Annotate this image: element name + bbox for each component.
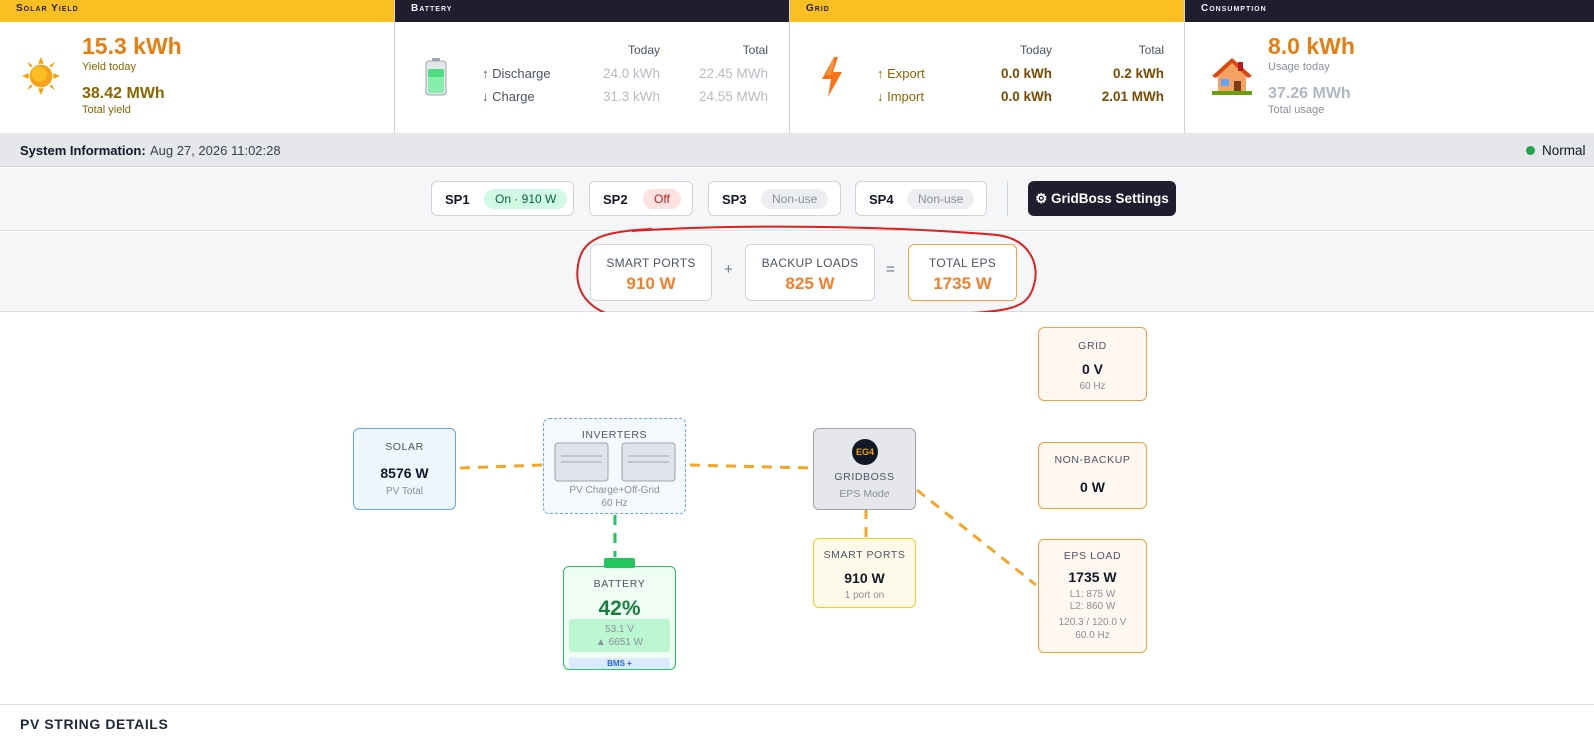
grid-node[interactable]: GRID 0 V 60 Hz	[1038, 327, 1147, 401]
sp2-name: SP2	[603, 192, 628, 207]
smart-ports-node-value: 910 W	[844, 570, 885, 586]
battery-discharge-today: 24.0 kWh	[602, 66, 660, 81]
sp3-status-badge: Non-use	[761, 189, 829, 209]
bms-button[interactable]: BMS +	[569, 658, 670, 669]
battery-header: Battery	[395, 0, 789, 22]
house-icon	[1212, 58, 1252, 95]
sp4-status-badge: Non-use	[907, 189, 975, 209]
eps-load-node[interactable]: EPS LOAD 1735 W L1: 875 W L2: 860 W 120.…	[1038, 539, 1147, 653]
battery-node[interactable]: BATTERY 42% 53.1 V ▲ 6651 W BMS +	[563, 566, 676, 670]
system-info-timestamp: Aug 27, 2026 11:02:28	[150, 143, 281, 158]
grid-export-label: ↑ Export	[877, 66, 925, 81]
gridboss-node-title: GRIDBOSS	[834, 471, 895, 483]
eps-load-node-title: EPS LOAD	[1063, 550, 1122, 562]
battery-charge-total: 24.55 MWh	[698, 89, 768, 104]
battery-charge-today: 31.3 kWh	[602, 89, 660, 104]
power-flow-diagram: SOLAR 8576 W PV Total INVERTERS PV Charg…	[0, 312, 1594, 705]
battery-icon	[425, 58, 447, 96]
solar-node-title: SOLAR	[385, 441, 424, 453]
smart-ports-node-title: SMART PORTS	[823, 549, 906, 561]
eps-load-node-l1: L1: 875 W	[1069, 589, 1116, 600]
battery-node-voltage: 53.1 V	[605, 624, 634, 635]
sun-icon	[22, 57, 60, 95]
sp4-name: SP4	[869, 192, 894, 207]
consumption-total-label: Total usage	[1268, 104, 1325, 116]
smart-port-sp4[interactable]: SP4 Non-use	[855, 181, 987, 216]
battery-node-power: ▲ 6651 W	[595, 637, 644, 648]
inverters-node-frequency: 60 Hz	[601, 498, 628, 509]
eg4-logo-icon: EG4	[852, 439, 878, 465]
smart-ports-node[interactable]: SMART PORTS 910 W 1 port on	[813, 538, 916, 608]
smart-port-sp1[interactable]: SP1 On · 910 W	[431, 181, 574, 216]
grid-export-today: 0.0 kWh	[1000, 66, 1052, 81]
smart-port-sp2[interactable]: SP2 Off	[589, 181, 693, 216]
consumption-today-label: Usage today	[1268, 61, 1330, 73]
grid-node-frequency: 60 Hz	[1079, 381, 1106, 392]
status-dot-icon	[1526, 146, 1535, 155]
solar-total-label: Total yield	[82, 104, 131, 116]
sp1-name: SP1	[445, 192, 470, 207]
non-backup-node[interactable]: NON-BACKUP 0 W	[1038, 442, 1147, 509]
smart-ports-node-sub: 1 port on	[844, 590, 885, 601]
battery-col-today: Today	[627, 43, 660, 57]
smart-port-bar: SP1 On · 910 W SP2 Off SP3 Non-use SP4 N…	[0, 168, 1594, 231]
solar-node-value: 8576 W	[380, 465, 429, 481]
solar-node[interactable]: SOLAR 8576 W PV Total	[353, 428, 456, 510]
inverters-node-title: INVERTERS	[581, 429, 648, 441]
inverters-node[interactable]: INVERTERS PV Charge+Off-Grid 60 Hz	[543, 418, 686, 514]
sp3-name: SP3	[722, 192, 747, 207]
grid-export-total: 0.2 kWh	[1112, 66, 1164, 81]
battery-col-total: Total	[742, 43, 768, 57]
grid-col-today: Today	[1019, 43, 1052, 57]
grid-col-total: Total	[1138, 43, 1164, 57]
inverter-units-icon	[554, 442, 676, 482]
consumption-total-value: 37.26 MWh	[1268, 85, 1351, 102]
battery-node-title: BATTERY	[593, 578, 646, 590]
system-status-text: Normal	[1542, 143, 1586, 158]
port-bar-divider	[1007, 181, 1008, 216]
solar-total-value: 38.42 MWh	[82, 85, 165, 102]
system-info-label: System Information:	[20, 143, 146, 158]
flow-wires	[459, 463, 1037, 587]
non-backup-node-title: NON-BACKUP	[1054, 454, 1131, 466]
inverters-node-mode: PV Charge+Off-Grid	[569, 485, 660, 496]
summary-cards: Solar Yield Battery Grid Consumption	[0, 0, 1594, 133]
solar-yield-header: Solar Yield	[0, 0, 394, 22]
non-backup-node-value: 0 W	[1080, 479, 1105, 495]
eps-load-node-value: 1735 W	[1068, 569, 1117, 585]
system-info-bar: System Information: Aug 27, 2026 11:02:2…	[0, 133, 1594, 167]
sp2-status-badge: Off	[643, 189, 681, 209]
smart-port-sp3[interactable]: SP3 Non-use	[708, 181, 841, 216]
solar-today-value: 15.3 kWh	[82, 33, 182, 59]
battery-node-soc: 42%	[598, 597, 641, 620]
grid-node-value: 0 V	[1081, 361, 1103, 377]
grid-import-today: 0.0 kWh	[1000, 89, 1052, 104]
grid-node-title: GRID	[1078, 340, 1107, 352]
sp1-status-badge: On · 910 W	[484, 189, 568, 209]
consumption-header: Consumption	[1185, 0, 1594, 22]
battery-discharge-total: 22.45 MWh	[698, 66, 768, 81]
pv-string-details-title: PV STRING DETAILS	[20, 716, 169, 732]
solar-today-label: Yield today	[82, 61, 137, 73]
battery-terminal	[604, 558, 635, 568]
grid-import-label: ↓ Import	[877, 89, 924, 104]
grid-import-total: 2.01 MWh	[1101, 89, 1164, 104]
battery-discharge-label: ↑ Discharge	[482, 66, 551, 81]
eps-load-node-l2: L2: 860 W	[1069, 601, 1116, 612]
consumption-today-value: 8.0 kWh	[1268, 33, 1355, 59]
grid-header: Grid	[790, 0, 1184, 22]
solar-node-sub: PV Total	[385, 486, 424, 497]
lightning-icon	[822, 57, 842, 97]
battery-charge-label: ↓ Charge	[482, 89, 535, 104]
gridboss-node[interactable]: EG4 GRIDBOSS EPS Mode	[813, 428, 916, 510]
gridboss-settings-button[interactable]: ⚙ GridBoss Settings	[1028, 181, 1176, 216]
eps-load-node-voltage: 120.3 / 120.0 V	[1058, 617, 1127, 628]
eps-load-node-frequency: 60.0 Hz	[1075, 630, 1110, 641]
gridboss-node-mode: EPS Mode	[839, 488, 890, 500]
